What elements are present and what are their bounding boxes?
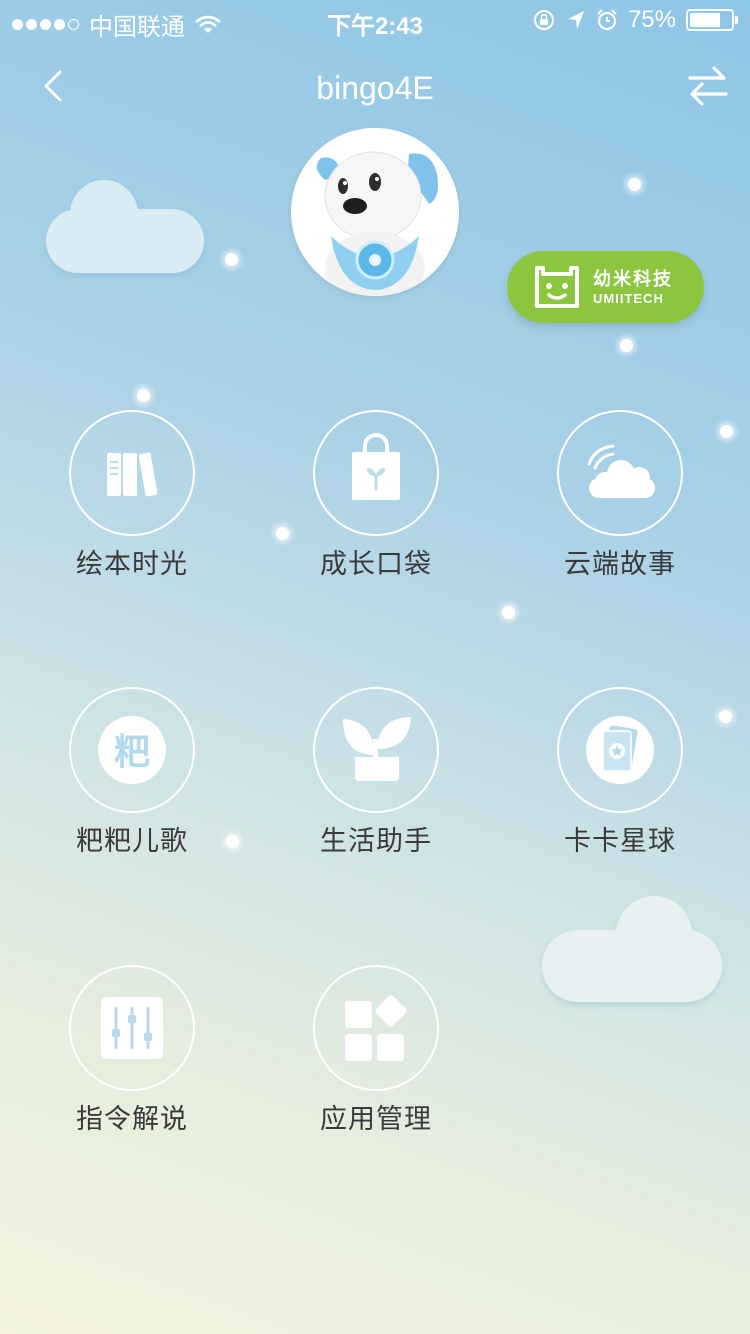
umii-logo-icon xyxy=(535,266,579,308)
menu-label: 绘本时光 xyxy=(76,549,188,579)
snowflake xyxy=(137,389,150,402)
menu-item-command-guide[interactable]: 指令解说 xyxy=(32,965,232,1155)
brand-name-cn: 幼米科技 xyxy=(593,269,673,289)
location-arrow-icon xyxy=(567,11,584,29)
snowflake xyxy=(719,710,732,723)
app-grid-icon xyxy=(345,995,407,1061)
books-icon xyxy=(107,452,158,497)
menu-label: 生活助手 xyxy=(320,826,432,856)
rotation-lock-icon xyxy=(533,10,554,30)
menu-label: 卡卡星球 xyxy=(564,826,676,856)
brand-badge: 幼米科技 UMIITECH xyxy=(507,251,704,323)
ba-character-icon: 粑 xyxy=(98,716,166,784)
alarm-icon xyxy=(597,9,617,31)
cloud-decoration-left xyxy=(46,180,204,273)
svg-text:粑: 粑 xyxy=(114,732,150,773)
sliders-icon xyxy=(101,997,163,1059)
sprout-bag-icon xyxy=(352,433,400,500)
snowflake xyxy=(720,425,733,438)
status-bar: 中国联通 下午2:43 75% xyxy=(0,0,750,41)
menu-item-dad-songs[interactable]: 粑 粑粑儿歌 xyxy=(32,687,232,877)
menu-label: 应用管理 xyxy=(320,1104,432,1134)
snowflake xyxy=(628,178,641,191)
swap-arrows-icon[interactable] xyxy=(688,64,728,108)
menu-item-card-planet[interactable]: 卡卡星球 xyxy=(520,687,720,877)
battery-percent: 75% xyxy=(627,6,676,33)
page-title: bingo4E xyxy=(316,70,434,106)
potted-plant-icon xyxy=(343,717,411,781)
menu-label: 云端故事 xyxy=(564,549,676,579)
menu-item-picture-books[interactable]: 绘本时光 xyxy=(32,410,232,600)
snowflake xyxy=(225,253,238,266)
menu-item-life-assistant[interactable]: 生活助手 xyxy=(276,687,476,877)
menu-label: 粑粑儿歌 xyxy=(76,826,188,856)
cloud-decoration-right xyxy=(542,896,722,1002)
menu-label: 指令解说 xyxy=(76,1104,188,1134)
menu-item-cloud-stories[interactable]: 云端故事 xyxy=(520,410,720,600)
snowflake xyxy=(502,606,515,619)
menu-item-app-management[interactable]: 应用管理 xyxy=(276,965,476,1155)
snowflake xyxy=(620,339,633,352)
star-card-icon xyxy=(586,716,654,784)
brand-name-en: UMIITECH xyxy=(593,291,664,306)
cloud-signal-icon xyxy=(587,444,655,498)
menu-item-growth-pocket[interactable]: 成长口袋 xyxy=(276,410,476,600)
robot-avatar[interactable] xyxy=(291,128,459,296)
puppy-robot-icon xyxy=(291,128,459,296)
battery-icon xyxy=(686,9,738,31)
menu-label: 成长口袋 xyxy=(320,549,432,579)
